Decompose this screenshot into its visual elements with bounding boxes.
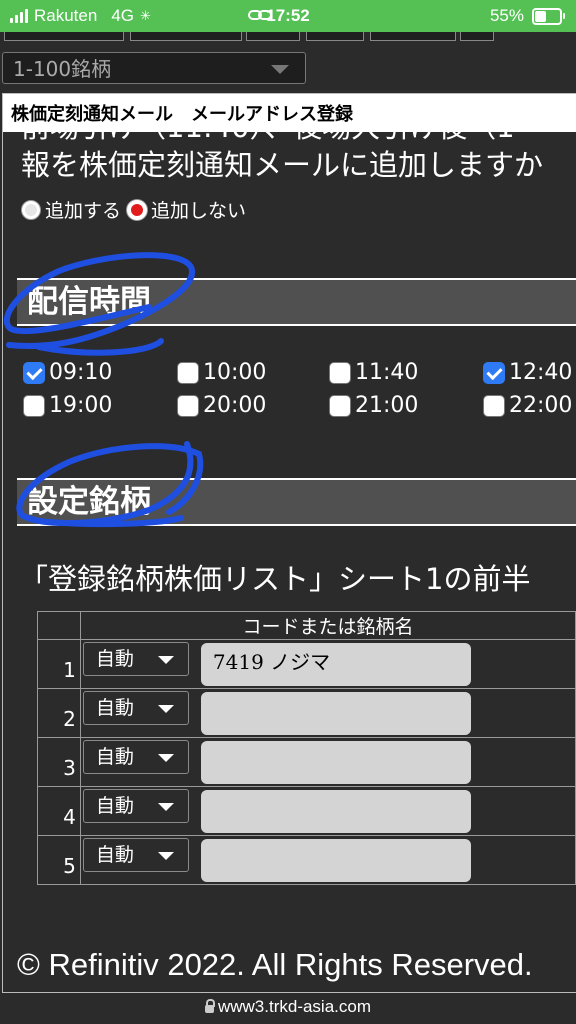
radio-add-label: 追加する — [45, 200, 122, 222]
mode-value: 自動 — [95, 795, 134, 817]
intro-text: 前場引け（11:40）、後場大引け後（1 報を株価定刻通知メールに追加しますか — [21, 124, 543, 184]
status-bar: Rakuten 4G ✳ 17:52 55% — [0, 0, 576, 32]
radio-add[interactable] — [21, 199, 41, 220]
tab[interactable] — [306, 32, 364, 41]
time-label: 12:40 — [509, 360, 573, 385]
checkbox[interactable] — [483, 394, 505, 417]
url-text: www3.trkd-asia.com — [217, 997, 372, 1016]
table-row: 5 自動 — [37, 835, 576, 885]
mode-select[interactable]: 自動 — [82, 789, 189, 823]
tab[interactable] — [130, 32, 242, 41]
code-input[interactable] — [200, 692, 471, 735]
add-option-radios: 追加する 追加しない — [21, 196, 246, 223]
checkbox[interactable] — [23, 394, 45, 417]
mode-select[interactable]: 自動 — [82, 642, 189, 676]
checkbox[interactable] — [23, 361, 45, 384]
row-number: 3 — [37, 737, 81, 787]
time-label: 11:40 — [355, 360, 419, 385]
mode-select[interactable]: 自動 — [82, 838, 189, 872]
row-number: 1 — [37, 639, 81, 689]
lock-icon — [204, 999, 215, 1013]
checkbox[interactable] — [483, 361, 505, 384]
table-header: コードまたは銘柄名 — [79, 611, 576, 640]
time-label: 21:00 — [355, 393, 419, 418]
stock-code-table: コードまたは銘柄名 1 自動 7419 ノジマ 2 自動 3 自動 4 自動 5… — [37, 611, 576, 885]
chevron-down-icon — [157, 656, 174, 664]
battery-icon — [532, 7, 565, 25]
tab[interactable] — [4, 32, 124, 41]
intro-line-2: 報を株価定刻通知メールに追加しますか — [21, 148, 544, 182]
range-select-value: 1-100銘柄 — [13, 57, 112, 81]
copyright: © Refinitiv 2022. All Rights Reserved. — [17, 947, 533, 982]
sheet-note: 「登録銘柄株価リスト」シート1の前半 — [19, 562, 531, 596]
mode-value: 自動 — [95, 648, 134, 670]
time-option[interactable]: 19:00 — [23, 393, 112, 418]
code-input[interactable] — [200, 790, 471, 833]
table-row: 4 自動 — [37, 786, 576, 836]
intro-line-1: 前場引け（11:40）、後場大引け後（1 — [21, 124, 515, 144]
time-option[interactable]: 09:10 — [23, 360, 112, 385]
tab[interactable] — [370, 32, 456, 41]
time-label: 10:00 — [203, 360, 267, 385]
mode-select[interactable]: 自動 — [82, 740, 189, 774]
time-option[interactable]: 10:00 — [177, 360, 266, 385]
section-delivery-time: 配信時間 — [17, 278, 576, 326]
row-number: 2 — [37, 688, 81, 738]
chevron-down-icon — [157, 754, 174, 762]
top-tabs — [0, 32, 576, 44]
table-corner — [37, 611, 81, 640]
checkbox[interactable] — [177, 361, 199, 384]
table-row: 3 自動 — [37, 737, 576, 787]
time-label: 22:00 — [509, 393, 573, 418]
checkbox[interactable] — [177, 394, 199, 417]
mail-settings-panel: 株価定刻通知メール メールアドレス登録 前場引け（11:40）、後場大引け後（1… — [2, 93, 576, 993]
checkbox[interactable] — [329, 361, 351, 384]
chevron-down-icon — [157, 852, 174, 860]
checkbox[interactable] — [329, 394, 351, 417]
time-option[interactable]: 22:00 — [483, 393, 572, 418]
chevron-down-icon — [157, 705, 174, 713]
tab[interactable] — [460, 32, 494, 41]
code-input[interactable]: 7419 ノジマ — [200, 643, 471, 686]
mode-value: 自動 — [95, 844, 134, 866]
clock: 17:52 — [266, 6, 310, 25]
range-select[interactable]: 1-100銘柄 — [2, 52, 306, 84]
table-row: 2 自動 — [37, 688, 576, 738]
row-number: 4 — [37, 786, 81, 836]
battery-percent: 55% — [489, 6, 524, 25]
time-option[interactable]: 12:40 — [483, 360, 572, 385]
chevron-down-icon — [157, 803, 174, 811]
chevron-down-icon — [271, 65, 289, 74]
radio-no-add[interactable] — [127, 199, 148, 220]
code-input[interactable] — [200, 741, 471, 784]
time-option[interactable]: 21:00 — [329, 393, 418, 418]
code-input[interactable] — [200, 839, 471, 882]
row-number: 5 — [37, 835, 81, 885]
mode-value: 自動 — [95, 746, 134, 768]
table-row: 1 自動 7419 ノジマ — [37, 639, 576, 689]
section-stocks: 設定銘柄 — [17, 478, 576, 526]
time-option[interactable]: 20:00 — [177, 393, 266, 418]
radio-no-add-label: 追加しない — [151, 200, 247, 222]
url-bar[interactable]: www3.trkd-asia.com — [0, 993, 576, 1024]
mode-select[interactable]: 自動 — [82, 691, 189, 725]
time-label: 19:00 — [49, 393, 113, 418]
time-label: 09:10 — [49, 360, 113, 385]
mode-value: 自動 — [95, 697, 134, 719]
tab[interactable] — [246, 32, 300, 41]
time-label: 20:00 — [203, 393, 267, 418]
time-option[interactable]: 11:40 — [329, 360, 418, 385]
